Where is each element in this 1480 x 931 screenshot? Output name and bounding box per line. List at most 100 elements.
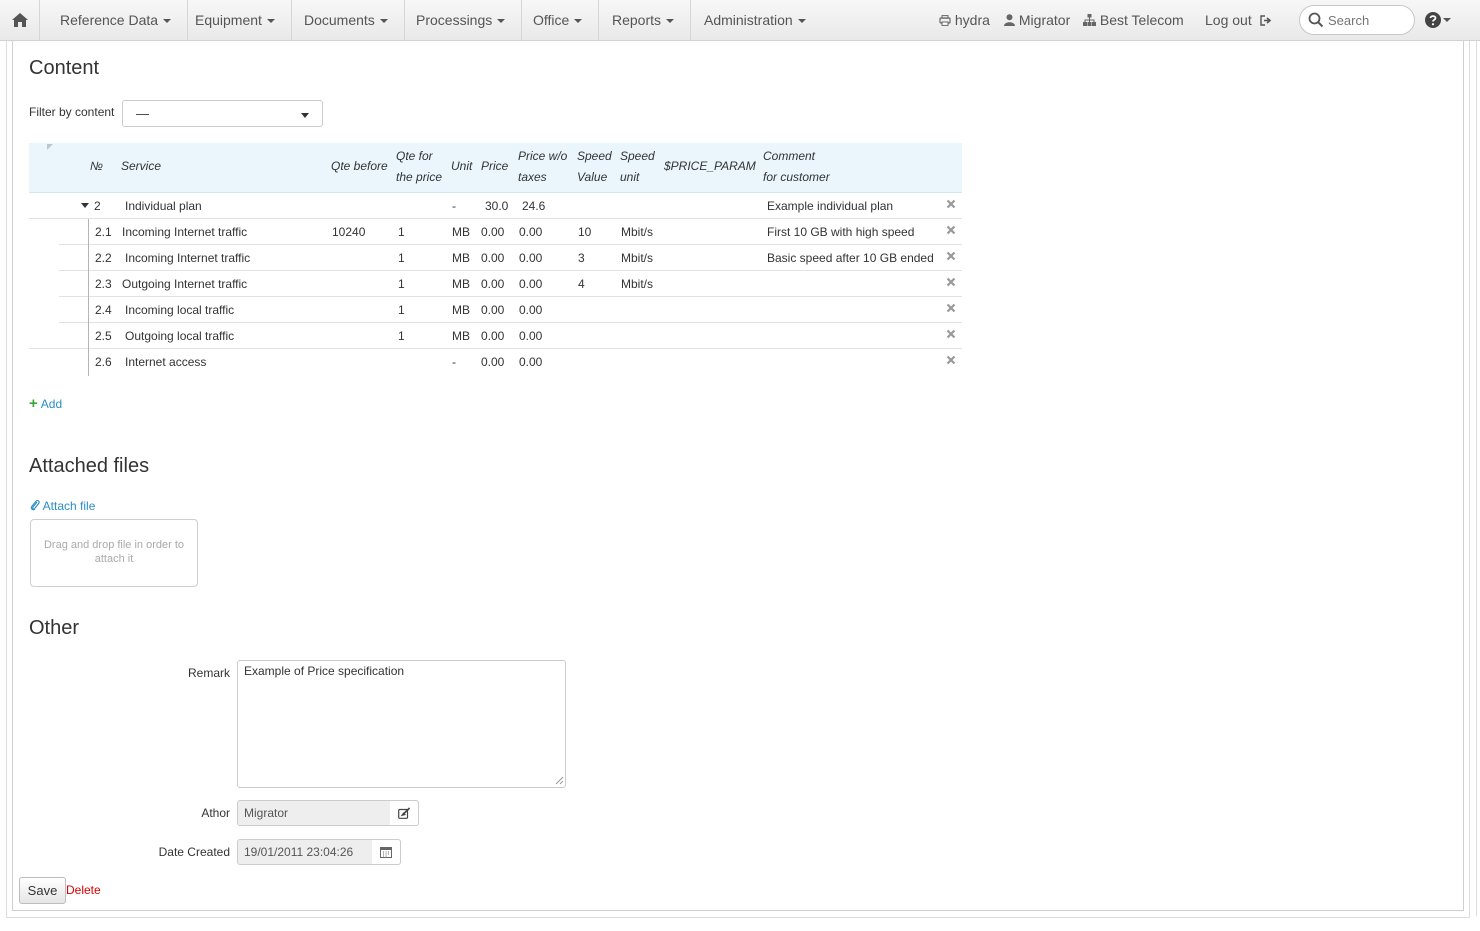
delete-row-icon[interactable] — [946, 225, 956, 235]
search-icon — [1308, 12, 1324, 28]
caret-down-icon — [163, 19, 172, 24]
logout-link[interactable]: Log out — [1205, 0, 1272, 40]
help-icon — [1425, 12, 1441, 28]
resize-grip-icon[interactable] — [555, 776, 564, 785]
col-price[interactable]: Price — [481, 156, 508, 177]
table-row[interactable]: 2.5 Outgoing local traffic 1 MB 0.00 0.0… — [29, 323, 962, 349]
cell-num: 2.4 — [95, 303, 112, 317]
delete-row-icon[interactable] — [946, 303, 956, 313]
cell-service: Internet access — [125, 355, 207, 369]
cell-price: 0.00 — [481, 329, 505, 343]
cell-num: 2.5 — [95, 329, 112, 343]
attach-file-link[interactable]: Attach file — [30, 499, 95, 513]
cell-price-wo: 24.6 — [522, 199, 546, 213]
nav-menu-reports[interactable]: Reports — [596, 0, 692, 40]
cell-price: 0.00 — [481, 303, 505, 317]
nav-menu-processings[interactable]: Processings — [400, 0, 523, 40]
date-created-field[interactable]: 19/01/2011 23:04:26 — [237, 839, 373, 865]
col-service[interactable]: Service — [121, 156, 161, 177]
home-button[interactable] — [0, 0, 40, 40]
author-field[interactable]: Migrator — [237, 800, 391, 826]
cell-price-wo: 0.00 — [519, 355, 543, 369]
col-speed-unit[interactable]: Speed unit — [620, 146, 655, 188]
col-comment[interactable]: Comment for customer — [763, 146, 830, 188]
delete-row-icon[interactable] — [946, 251, 956, 261]
nav-menu-label: Documents — [304, 12, 375, 28]
col-price-param[interactable]: $PRICE_PARAM — [664, 156, 756, 177]
filter-label: Filter by content — [29, 105, 115, 119]
table-row[interactable]: 2.4 Incoming local traffic 1 MB 0.00 0.0… — [59, 297, 962, 323]
cell-price: 30.0 — [485, 199, 509, 213]
col-price-wo-line1: Price w/o — [518, 149, 568, 163]
col-qte-price[interactable]: Qte for the price — [396, 146, 442, 188]
file-dropzone[interactable]: Drag and drop file in order to attach it — [30, 519, 198, 587]
nav-menu-administration[interactable]: Administration — [688, 0, 822, 40]
dropzone-text: Drag and drop file in order to attach it — [43, 539, 185, 565]
col-qte-before[interactable]: Qte before — [331, 156, 388, 177]
nav-menu-documents[interactable]: Documents — [288, 0, 405, 40]
filter-select[interactable]: — — [122, 100, 323, 127]
host-link[interactable]: hydra — [939, 0, 990, 40]
cell-speed-unit: Mbit/s — [621, 277, 654, 291]
delete-row-icon[interactable] — [946, 277, 956, 287]
cell-num: 2.6 — [95, 355, 112, 369]
paperclip-icon — [30, 499, 40, 511]
cell-unit: MB — [452, 277, 470, 291]
table-row[interactable]: 2 Individual plan - 30.0 24.6 Example in… — [29, 193, 962, 219]
sign-out-icon — [1259, 15, 1271, 26]
cell-price-wo: 0.00 — [519, 277, 543, 291]
nav-menu-label: Office — [533, 12, 570, 28]
calendar-button[interactable] — [372, 839, 401, 865]
col-price-wo-taxes[interactable]: Price w/o taxes — [518, 146, 567, 188]
logout-label: Log out — [1205, 12, 1252, 28]
nav-menu-reference-data[interactable]: Reference Data — [44, 0, 189, 40]
add-row-link[interactable]: + Add — [29, 395, 62, 412]
col-num[interactable]: № — [90, 156, 103, 177]
scrollbar-track[interactable] — [1476, 41, 1477, 916]
top-navbar: Reference Data Equipment Documents Proce… — [0, 0, 1480, 41]
cell-price-wo: 0.00 — [519, 329, 543, 343]
cell-num: 2 — [94, 199, 101, 213]
remark-label: Remark — [187, 666, 230, 680]
cell-price-wo: 0.00 — [519, 251, 543, 265]
cell-speed-value: 4 — [578, 277, 585, 291]
help-menu[interactable] — [1425, 12, 1451, 31]
user-link[interactable]: Migrator — [1004, 0, 1070, 40]
col-qte-price-line1: Qte for — [396, 149, 433, 163]
delete-row-icon[interactable] — [946, 355, 956, 365]
remark-textarea[interactable]: Example of Price specification — [237, 660, 566, 788]
cell-unit: MB — [452, 225, 470, 239]
col-qte-price-line2: the price — [396, 170, 443, 184]
collapse-caret-icon[interactable] — [81, 203, 89, 208]
cell-service: Individual plan — [125, 199, 202, 213]
nav-menu-office[interactable]: Office — [517, 0, 600, 40]
save-button[interactable]: Save — [19, 877, 66, 904]
table-row[interactable]: 2.1 Incoming Internet traffic 10240 1 MB… — [59, 219, 962, 245]
cell-speed-value: 10 — [578, 225, 592, 239]
table-row[interactable]: 2.3 Outgoing Internet traffic 1 MB 0.00 … — [59, 271, 962, 297]
table-row[interactable]: 2.2 Incoming Internet traffic 1 MB 0.00 … — [59, 245, 962, 271]
edit-author-button[interactable] — [390, 800, 419, 826]
col-speed-value[interactable]: Speed Value — [577, 146, 612, 188]
search-box[interactable] — [1299, 5, 1415, 35]
cell-price-wo: 0.00 — [519, 303, 543, 317]
col-price-wo-line2: taxes — [518, 170, 547, 184]
company-link[interactable]: Best Telecom — [1083, 0, 1184, 40]
cell-price: 0.00 — [481, 277, 505, 291]
cell-num: 2.1 — [95, 225, 112, 239]
col-unit[interactable]: Unit — [451, 156, 472, 177]
delete-row-icon[interactable] — [946, 329, 956, 339]
table-row[interactable]: 2.6 Internet access - 0.00 0.00 — [29, 349, 962, 375]
nav-menu-equipment[interactable]: Equipment — [179, 0, 292, 40]
cell-qte-price: 1 — [398, 303, 405, 317]
nav-menu-label: Processings — [416, 12, 493, 28]
caret-down-icon — [1443, 18, 1451, 22]
search-input[interactable] — [1328, 11, 1408, 29]
caret-down-icon — [497, 19, 506, 24]
delete-button[interactable]: Delete — [66, 883, 101, 897]
add-label: Add — [40, 397, 63, 411]
delete-row-icon[interactable] — [946, 199, 956, 209]
corner-marker-icon — [47, 144, 53, 150]
cell-qte-price: 1 — [398, 329, 405, 343]
col-comment-line2: for customer — [763, 170, 830, 184]
